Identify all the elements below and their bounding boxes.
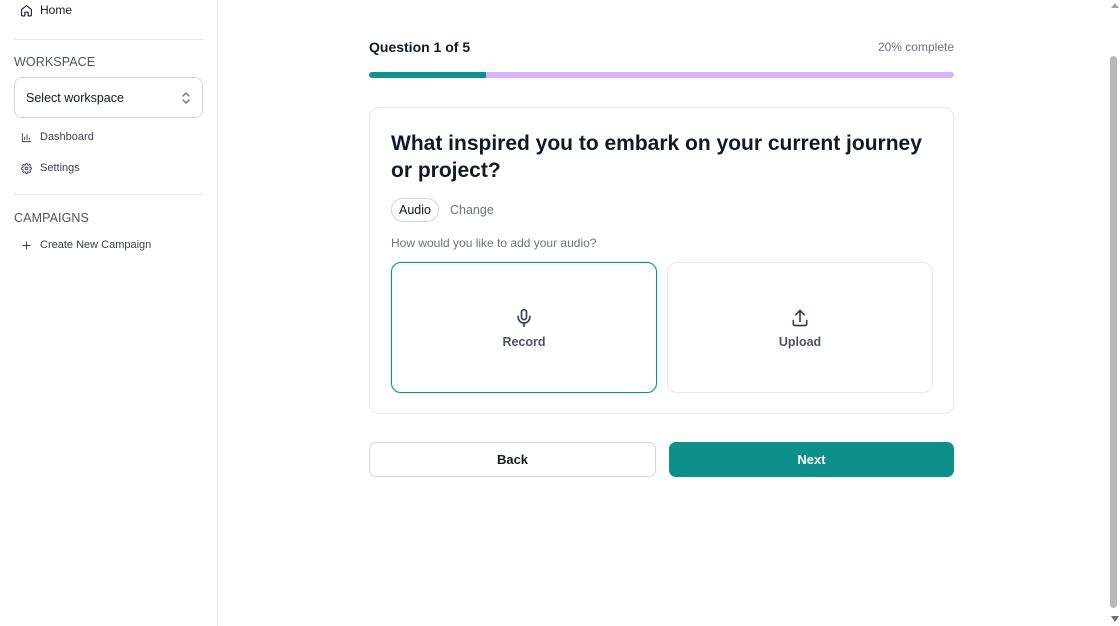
sidebar-item-settings[interactable]: Settings: [21, 162, 80, 174]
sidebar: Home WORKSPACE Select workspace Dashboar…: [0, 0, 218, 626]
scrollbar[interactable]: [1108, 0, 1120, 626]
gear-icon: [21, 162, 32, 174]
record-option[interactable]: Record: [391, 262, 657, 393]
change-type-link[interactable]: Change: [450, 203, 494, 217]
plus-icon: [22, 240, 31, 250]
sidebar-item-label: Home: [40, 3, 73, 17]
question-card: What inspired you to embark on your curr…: [369, 107, 954, 414]
divider: [14, 39, 203, 40]
sidebar-item-label: Dashboard: [40, 131, 94, 143]
sidebar-item-label: Settings: [40, 162, 80, 174]
divider: [14, 194, 203, 195]
question-counter: Question 1 of 5: [369, 39, 471, 55]
upload-icon: [792, 309, 808, 326]
workspace-select-value: Select workspace: [26, 90, 124, 105]
sidebar-item-dashboard[interactable]: Dashboard: [21, 131, 94, 143]
progress-bar-fill: [369, 72, 486, 78]
scroll-down-arrow-icon[interactable]: [1111, 616, 1119, 622]
back-button[interactable]: Back: [369, 442, 656, 477]
audio-prompt: How would you like to add your audio?: [391, 236, 597, 250]
record-option-label: Record: [502, 334, 546, 349]
campaigns-heading: CAMPAIGNS: [14, 211, 89, 225]
workspace-select[interactable]: Select workspace: [14, 77, 203, 118]
upload-option[interactable]: Upload: [667, 262, 933, 393]
next-button[interactable]: Next: [669, 442, 954, 477]
sidebar-item-home[interactable]: Home: [20, 3, 72, 17]
scrollbar-thumb[interactable]: [1110, 56, 1117, 608]
workspace-heading: WORKSPACE: [14, 55, 96, 69]
question-text: What inspired you to embark on your curr…: [391, 132, 922, 182]
microphone-icon: [517, 308, 531, 327]
chevron-up-down-icon: [182, 91, 190, 104]
home-icon: [21, 4, 32, 16]
bar-chart-icon: [21, 132, 32, 142]
create-campaign-button[interactable]: Create New Campaign: [21, 239, 151, 251]
progress-status: 20% complete: [877, 40, 954, 54]
question-type-badge[interactable]: Audio: [391, 198, 439, 222]
upload-option-label: Upload: [778, 334, 822, 349]
create-campaign-label: Create New Campaign: [40, 239, 152, 251]
progress-bar: [369, 72, 954, 78]
scroll-up-arrow-icon[interactable]: [1111, 3, 1119, 8]
